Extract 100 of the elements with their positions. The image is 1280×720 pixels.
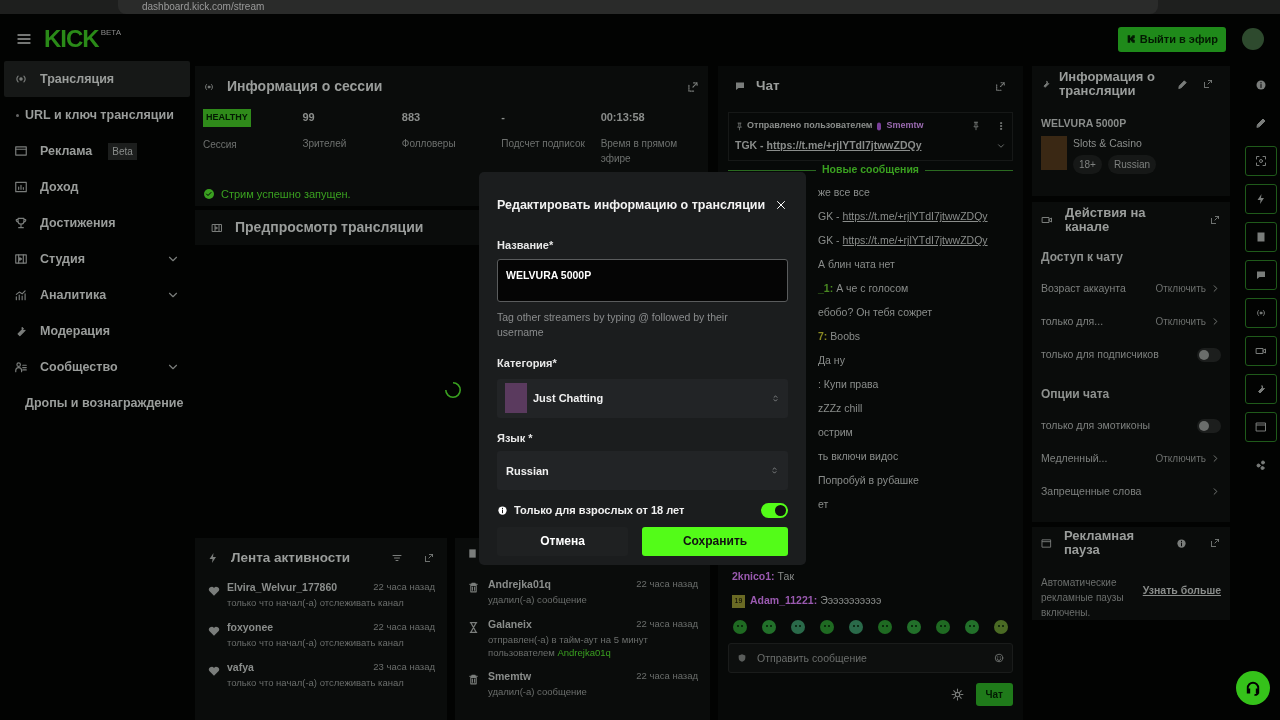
chat-message-text: острим [818, 425, 853, 441]
tool-button[interactable] [1245, 374, 1277, 404]
emote-icon[interactable] [761, 619, 777, 636]
learn-more-link[interactable]: Узнать больше [1142, 583, 1221, 599]
info-icon [1255, 79, 1267, 91]
sidebar-item[interactable]: Трансляция [4, 61, 190, 97]
sidebar-item[interactable]: Модерация [4, 313, 190, 349]
expand-icon[interactable] [1209, 214, 1221, 226]
toggle-switch[interactable] [1197, 347, 1221, 362]
tool-button[interactable] [1245, 146, 1277, 176]
info-icon[interactable] [1176, 537, 1187, 549]
pinned-by-label: Отправлено пользователем [747, 119, 873, 133]
chat-message-text: ет [818, 497, 829, 513]
sidebar-item[interactable]: Дропы и вознаграждение [4, 385, 190, 421]
setting-row[interactable]: Возраст аккаунта Отключить [1041, 272, 1221, 305]
setting-row[interactable]: Запрещенные слова [1041, 475, 1221, 508]
setting-row[interactable]: только для подписчиков [1041, 338, 1221, 371]
field-label: Язык * [497, 430, 534, 446]
sidebar-item[interactable]: URL и ключ трансляции [4, 97, 190, 133]
gear-icon[interactable] [950, 688, 964, 702]
sidebar-item[interactable]: Аналитика [4, 277, 190, 313]
expand-icon[interactable] [423, 552, 435, 565]
timestamp: 22 часа назад [636, 577, 698, 591]
emote-icon[interactable] [819, 619, 835, 636]
menu-icon[interactable] [16, 31, 32, 47]
emote-icon[interactable] [877, 619, 893, 636]
headset-icon [1244, 679, 1262, 697]
chart-icon [14, 180, 28, 194]
emote-icon[interactable] [906, 619, 922, 636]
chat-message-text: Да ну [818, 353, 845, 369]
chat-username[interactable]: 7: [818, 329, 828, 346]
chat-username[interactable]: _1: [818, 281, 834, 298]
setting-row[interactable]: только для... Отключить [1041, 305, 1221, 338]
emote-icon[interactable] [964, 619, 980, 636]
status-message: Стрим успешно запущен. [221, 186, 351, 202]
tool-button[interactable] [1245, 412, 1277, 442]
emote-icon[interactable] [790, 619, 806, 636]
sidebar-item[interactable]: Достижения [4, 205, 190, 241]
category-thumbnail [505, 383, 527, 414]
save-button[interactable]: Сохранить [642, 526, 788, 556]
setting-row[interactable]: только для эмотиконы [1041, 409, 1221, 442]
message-text: TGK - [735, 137, 764, 153]
emote-icon[interactable] [732, 619, 748, 636]
activity-text: только что начал(-а) отслеживать канал [227, 596, 405, 610]
go-live-button[interactable]: Выйти в эфир [1117, 26, 1226, 52]
message-link[interactable]: https://t.me/+rjlYTdI7jtwwZDQy [766, 137, 922, 154]
emote-icon[interactable] [935, 619, 951, 636]
pencil-icon[interactable] [1177, 78, 1188, 90]
chat-username[interactable]: 2knico1: [732, 569, 775, 586]
chat-message-text: А че с голосом [836, 281, 909, 297]
sidebar-item[interactable]: Сообщество [4, 349, 190, 385]
timestamp: 22 часа назад [636, 617, 698, 631]
title-input[interactable]: WELVURA 5000P [497, 259, 788, 303]
ad-break-text: Автоматические рекламные паузы включены. [1041, 576, 1125, 620]
pin-icon[interactable] [971, 121, 981, 131]
expand-icon[interactable] [1202, 78, 1214, 90]
expand-icon[interactable] [1209, 537, 1221, 549]
sidebar-item[interactable]: Доход [4, 169, 190, 205]
stat-value: - [501, 110, 506, 125]
toggle-switch[interactable] [1197, 418, 1221, 433]
pencil-icon [1255, 117, 1267, 129]
emote-icon[interactable] [993, 619, 1009, 636]
adult-toggle[interactable] [761, 503, 788, 518]
setting-row[interactable]: Медленный... Отключить [1041, 442, 1221, 475]
tool-button[interactable] [1245, 298, 1277, 328]
community-icon [14, 360, 28, 374]
tool-button[interactable] [1245, 184, 1277, 214]
message-link[interactable]: https://t.me/+rjlYTdI7jtwwZDQy [842, 209, 988, 226]
sidebar-item[interactable]: Реклама Beta [4, 133, 190, 169]
message-input[interactable]: Отправить сообщение [728, 643, 1013, 674]
emote-icon[interactable] [848, 619, 864, 636]
expand-icon[interactable] [994, 79, 1007, 93]
tool-button[interactable] [1245, 222, 1277, 252]
chat-username[interactable]: Adam_11221: [750, 593, 818, 610]
chat-message-text: же все все [818, 185, 870, 201]
kick-k-icon [1125, 34, 1136, 44]
send-chat-button[interactable]: Чат [975, 683, 1013, 707]
timestamp: 22 часа назад [373, 580, 435, 595]
avatar[interactable] [1242, 28, 1264, 50]
tool-button[interactable] [1245, 260, 1277, 290]
smiley-icon[interactable] [994, 653, 1004, 664]
username: Andrejka01q [488, 577, 552, 592]
setting-value: Отключить [1155, 282, 1206, 296]
support-button[interactable] [1236, 671, 1270, 705]
setting-label: только для подписчиков [1041, 346, 1159, 362]
field-hint: Tag other streamers by typing @ followed by their username [497, 310, 729, 341]
setting-label: Запрещенные слова [1041, 483, 1142, 499]
tag: Russian [1107, 154, 1157, 174]
tool-button[interactable] [1245, 336, 1277, 366]
address-bar[interactable]: dashboard.kick.com/stream [118, 0, 1158, 14]
category-select[interactable]: Just Chatting [497, 378, 788, 418]
username: Galaneix [488, 617, 532, 632]
wrench-icon [1041, 79, 1051, 89]
cancel-button[interactable]: Отмена [497, 526, 629, 556]
expand-icon[interactable] [686, 79, 700, 94]
stat-value: 99 [302, 110, 316, 125]
sidebar-item[interactable]: Студия [4, 241, 190, 277]
document-icon [467, 548, 478, 559]
message-link[interactable]: https://t.me/+rjlYTdI7jtwwZDQy [842, 233, 988, 250]
language-select[interactable]: Russian [497, 451, 788, 491]
